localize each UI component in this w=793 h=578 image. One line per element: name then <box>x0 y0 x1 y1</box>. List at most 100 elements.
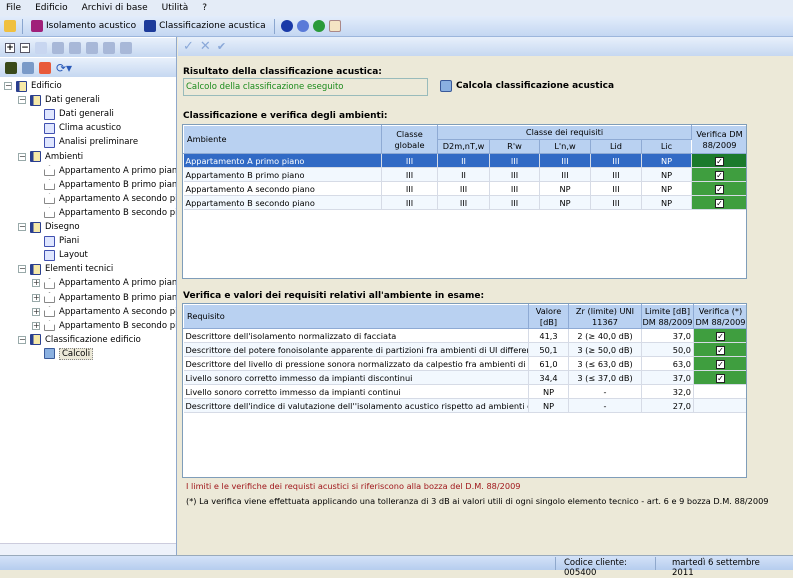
tree-item[interactable]: Appartamento A secondo piano <box>32 192 176 206</box>
expand-toggle-icon[interactable]: + <box>32 279 40 288</box>
table-row[interactable]: Descrittore del potere fonoisolante appa… <box>183 342 746 357</box>
tree-item[interactable]: + Appartamento A secondo piano <box>32 305 176 319</box>
tree-item[interactable]: Dati generali <box>32 107 114 121</box>
menu-file[interactable]: File <box>6 3 21 13</box>
expand-toggle-icon[interactable]: + <box>32 321 40 330</box>
col-limite[interactable]: Limite [dB] DM 88/2009 <box>641 304 694 329</box>
cell-zr: 3 (≤ 63,0 dB) <box>568 356 642 371</box>
collapse-toggle-icon[interactable]: − <box>18 265 26 274</box>
menu-edificio[interactable]: Edificio <box>35 3 68 13</box>
tree-item[interactable]: + Appartamento A primo piano <box>32 276 176 290</box>
cell-classe-requisito: NP <box>539 181 591 196</box>
checkbox-checked-icon[interactable]: ✓ <box>715 198 724 208</box>
collapse-toggle-icon[interactable]: − <box>18 152 26 161</box>
checkbox-checked-icon[interactable]: ✓ <box>715 184 724 194</box>
refresh-icon[interactable]: ⟳▾ <box>56 61 72 75</box>
collapse-toggle-icon[interactable]: − <box>18 335 26 344</box>
info-icon[interactable] <box>280 20 293 32</box>
spellcheck-icon[interactable]: ✔ <box>217 40 226 53</box>
cell-classe-requisito: NP <box>539 195 591 210</box>
col-lic[interactable]: Lic <box>641 139 692 154</box>
collapse-toggle-icon[interactable]: − <box>18 96 26 105</box>
checkbox-checked-icon[interactable]: ✓ <box>716 331 725 341</box>
checkbox-checked-icon[interactable]: ✓ <box>716 359 725 369</box>
col-classe-globale[interactable]: Classe globale <box>381 125 438 154</box>
cell-valore: NP <box>528 384 569 399</box>
table-row[interactable]: Appartamento B secondo piano III III III NP I… <box>183 195 746 210</box>
tree-item[interactable]: − Dati generali <box>18 93 100 107</box>
delete-icon[interactable] <box>52 41 64 54</box>
tree-item[interactable]: − Edificio <box>4 79 62 93</box>
table-row[interactable]: Descrittore dell'isolamento normalizzato… <box>183 328 746 343</box>
table-row[interactable]: Descrittore del livello di pressione son… <box>183 356 746 371</box>
cell-classe-requisito: NP <box>641 181 692 196</box>
checkbox-checked-icon[interactable]: ✓ <box>715 170 724 180</box>
collapse-icon[interactable]: − <box>20 42 30 53</box>
tree-item[interactable]: + Appartamento B secondo piano <box>32 319 176 333</box>
col-lnw[interactable]: L'n,w <box>539 139 591 154</box>
calcola-button[interactable]: Calcola classificazione acustica <box>440 80 614 92</box>
col-verifica[interactable]: Verifica DM 88/2009 <box>691 125 746 154</box>
horizontal-scrollbar[interactable] <box>0 543 176 555</box>
tree-item[interactable]: Appartamento B primo piano <box>32 178 176 192</box>
help-icon[interactable] <box>296 20 309 32</box>
tree-item[interactable]: − Elementi tecnici <box>18 262 113 276</box>
move-icon[interactable] <box>69 41 81 54</box>
print-icon[interactable] <box>22 61 34 74</box>
tree-item[interactable]: Calcoli <box>32 347 94 361</box>
tree-item[interactable]: Appartamento A primo piano <box>32 164 176 178</box>
tree-item[interactable]: − Ambienti <box>18 150 83 164</box>
tree-item[interactable]: − Classificazione edificio <box>18 333 141 347</box>
table-row[interactable]: Appartamento A primo piano III II III III III… <box>183 153 746 168</box>
cell-ambiente: Appartamento B primo piano <box>183 167 382 182</box>
menu-archivi[interactable]: Archivi di base <box>82 3 148 13</box>
cell-verifica: ✓ <box>691 153 746 168</box>
cell-classe-requisito: III <box>489 181 540 196</box>
expand-toggle-icon[interactable]: + <box>32 307 40 316</box>
tree-item[interactable]: Appartamento B secondo piano <box>32 206 176 220</box>
export-icon[interactable] <box>39 61 51 74</box>
col-valore[interactable]: Valore [dB] <box>528 304 569 329</box>
col-ambiente[interactable]: Ambiente <box>183 125 382 154</box>
cancel-icon[interactable]: ✕ <box>200 39 211 54</box>
table-row[interactable]: Livello sonoro corretto immesso da impia… <box>183 384 746 399</box>
expand-icon[interactable]: + <box>5 42 15 53</box>
table-row[interactable]: Appartamento B primo piano III II III III III… <box>183 167 746 182</box>
tree-item[interactable]: Clima acustico <box>32 121 121 135</box>
checkbox-checked-icon[interactable]: ✓ <box>716 345 725 355</box>
globe-icon[interactable] <box>312 20 325 32</box>
mail-icon[interactable] <box>328 20 341 32</box>
col-requisito[interactable]: Requisito <box>183 304 529 329</box>
tree-item[interactable]: Analisi preliminare <box>32 135 138 149</box>
menu-bar: File Edificio Archivi di base Utilità ? <box>0 0 793 16</box>
table-row[interactable]: Descrittore dell'indice di valutazione d… <box>183 398 746 413</box>
tree-item-label: Dati generali <box>59 109 114 120</box>
checkbox-checked-icon[interactable]: ✓ <box>715 156 724 166</box>
menu-utilita[interactable]: Utilità <box>162 3 189 13</box>
arrow-down-icon[interactable] <box>120 41 132 54</box>
arrow-up-icon[interactable] <box>103 41 115 54</box>
table-row[interactable]: Livello sonoro corretto immesso da impia… <box>183 370 746 385</box>
traffic-light-icon[interactable] <box>5 61 17 74</box>
collapse-toggle-icon[interactable]: − <box>18 223 26 231</box>
isolamento-acustico-button[interactable]: Isolamento acustico <box>29 19 138 33</box>
col-lid[interactable]: Lid <box>590 139 642 154</box>
new-document-icon[interactable] <box>35 41 47 54</box>
col-zr[interactable]: Zr (limite) UNI 11367 <box>568 304 642 329</box>
tree-item[interactable]: + Appartamento B primo piano <box>32 291 176 305</box>
open-folder-icon[interactable] <box>4 20 16 32</box>
collapse-toggle-icon[interactable]: − <box>4 82 12 90</box>
tree-item[interactable]: − Disegno <box>18 220 80 234</box>
copy-icon[interactable] <box>86 41 98 54</box>
tree-item[interactable]: Piani <box>32 234 79 248</box>
confirm-icon[interactable]: ✓ <box>183 39 194 54</box>
col-rw[interactable]: R'w <box>489 139 540 154</box>
table-row[interactable]: Appartamento A secondo piano III III III NP I… <box>183 181 746 196</box>
classificazione-acustica-button[interactable]: Classificazione acustica <box>142 19 268 33</box>
expand-toggle-icon[interactable]: + <box>32 293 40 302</box>
menu-help[interactable]: ? <box>202 3 207 13</box>
col-d2m[interactable]: D2m,nT,w <box>437 139 490 154</box>
checkbox-checked-icon[interactable]: ✓ <box>716 373 725 383</box>
tree-item[interactable]: Layout <box>32 248 88 262</box>
col-verifica[interactable]: Verifica (*) DM 88/2009 <box>693 304 746 329</box>
